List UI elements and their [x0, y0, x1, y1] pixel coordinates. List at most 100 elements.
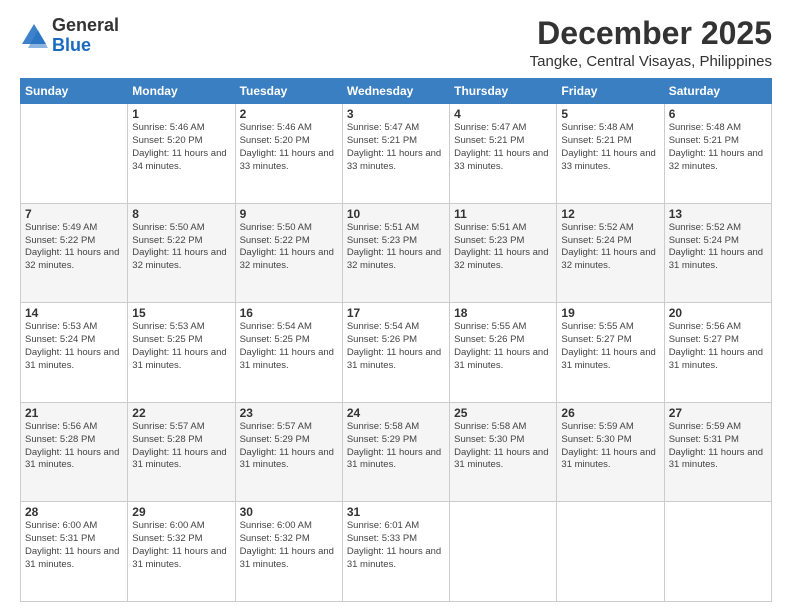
table-cell: 29Sunrise: 6:00 AMSunset: 5:32 PMDayligh…	[128, 502, 235, 602]
day-info: Sunrise: 6:00 AMSunset: 5:32 PMDaylight:…	[132, 520, 230, 571]
week-row-3: 21Sunrise: 5:56 AMSunset: 5:28 PMDayligh…	[21, 402, 772, 502]
day-info: Sunrise: 5:52 AMSunset: 5:24 PMDaylight:…	[669, 222, 767, 273]
day-number: 14	[25, 306, 123, 320]
day-info: Sunrise: 5:47 AMSunset: 5:21 PMDaylight:…	[347, 122, 445, 173]
day-info: Sunrise: 5:49 AMSunset: 5:22 PMDaylight:…	[25, 222, 123, 273]
table-cell: 14Sunrise: 5:53 AMSunset: 5:24 PMDayligh…	[21, 303, 128, 403]
table-cell: 27Sunrise: 5:59 AMSunset: 5:31 PMDayligh…	[664, 402, 771, 502]
col-friday: Friday	[557, 79, 664, 104]
table-cell: 2Sunrise: 5:46 AMSunset: 5:20 PMDaylight…	[235, 104, 342, 204]
title-block: December 2025 Tangke, Central Visayas, P…	[530, 16, 772, 70]
day-info: Sunrise: 5:58 AMSunset: 5:29 PMDaylight:…	[347, 421, 445, 472]
table-cell: 9Sunrise: 5:50 AMSunset: 5:22 PMDaylight…	[235, 203, 342, 303]
table-cell: 22Sunrise: 5:57 AMSunset: 5:28 PMDayligh…	[128, 402, 235, 502]
col-tuesday: Tuesday	[235, 79, 342, 104]
table-cell: 18Sunrise: 5:55 AMSunset: 5:26 PMDayligh…	[450, 303, 557, 403]
logo-icon	[20, 22, 48, 50]
week-row-2: 14Sunrise: 5:53 AMSunset: 5:24 PMDayligh…	[21, 303, 772, 403]
header: General Blue December 2025 Tangke, Centr…	[20, 16, 772, 70]
day-info: Sunrise: 5:50 AMSunset: 5:22 PMDaylight:…	[132, 222, 230, 273]
day-info: Sunrise: 5:59 AMSunset: 5:30 PMDaylight:…	[561, 421, 659, 472]
day-number: 23	[240, 406, 338, 420]
table-cell: 25Sunrise: 5:58 AMSunset: 5:30 PMDayligh…	[450, 402, 557, 502]
table-cell: 21Sunrise: 5:56 AMSunset: 5:28 PMDayligh…	[21, 402, 128, 502]
day-info: Sunrise: 5:50 AMSunset: 5:22 PMDaylight:…	[240, 222, 338, 273]
day-info: Sunrise: 5:46 AMSunset: 5:20 PMDaylight:…	[132, 122, 230, 173]
day-number: 13	[669, 207, 767, 221]
day-number: 10	[347, 207, 445, 221]
col-wednesday: Wednesday	[342, 79, 449, 104]
table-cell: 19Sunrise: 5:55 AMSunset: 5:27 PMDayligh…	[557, 303, 664, 403]
day-number: 29	[132, 505, 230, 519]
week-row-1: 7Sunrise: 5:49 AMSunset: 5:22 PMDaylight…	[21, 203, 772, 303]
calendar-header-row: Sunday Monday Tuesday Wednesday Thursday…	[21, 79, 772, 104]
day-number: 20	[669, 306, 767, 320]
day-info: Sunrise: 5:54 AMSunset: 5:25 PMDaylight:…	[240, 321, 338, 372]
day-info: Sunrise: 5:58 AMSunset: 5:30 PMDaylight:…	[454, 421, 552, 472]
main-title: December 2025	[530, 16, 772, 51]
table-cell: 24Sunrise: 5:58 AMSunset: 5:29 PMDayligh…	[342, 402, 449, 502]
table-cell: 12Sunrise: 5:52 AMSunset: 5:24 PMDayligh…	[557, 203, 664, 303]
table-cell: 31Sunrise: 6:01 AMSunset: 5:33 PMDayligh…	[342, 502, 449, 602]
day-info: Sunrise: 5:51 AMSunset: 5:23 PMDaylight:…	[454, 222, 552, 273]
day-number: 4	[454, 107, 552, 121]
day-info: Sunrise: 5:53 AMSunset: 5:24 PMDaylight:…	[25, 321, 123, 372]
day-number: 1	[132, 107, 230, 121]
table-cell: 28Sunrise: 6:00 AMSunset: 5:31 PMDayligh…	[21, 502, 128, 602]
week-row-4: 28Sunrise: 6:00 AMSunset: 5:31 PMDayligh…	[21, 502, 772, 602]
day-info: Sunrise: 5:53 AMSunset: 5:25 PMDaylight:…	[132, 321, 230, 372]
table-cell: 7Sunrise: 5:49 AMSunset: 5:22 PMDaylight…	[21, 203, 128, 303]
day-info: Sunrise: 5:57 AMSunset: 5:29 PMDaylight:…	[240, 421, 338, 472]
day-number: 28	[25, 505, 123, 519]
day-info: Sunrise: 5:47 AMSunset: 5:21 PMDaylight:…	[454, 122, 552, 173]
day-number: 27	[669, 406, 767, 420]
subtitle: Tangke, Central Visayas, Philippines	[530, 53, 772, 70]
day-info: Sunrise: 5:46 AMSunset: 5:20 PMDaylight:…	[240, 122, 338, 173]
day-info: Sunrise: 6:00 AMSunset: 5:31 PMDaylight:…	[25, 520, 123, 571]
day-number: 12	[561, 207, 659, 221]
table-cell: 4Sunrise: 5:47 AMSunset: 5:21 PMDaylight…	[450, 104, 557, 204]
day-number: 6	[669, 107, 767, 121]
col-thursday: Thursday	[450, 79, 557, 104]
day-info: Sunrise: 5:56 AMSunset: 5:28 PMDaylight:…	[25, 421, 123, 472]
day-info: Sunrise: 5:54 AMSunset: 5:26 PMDaylight:…	[347, 321, 445, 372]
day-info: Sunrise: 5:56 AMSunset: 5:27 PMDaylight:…	[669, 321, 767, 372]
day-number: 9	[240, 207, 338, 221]
table-cell: 16Sunrise: 5:54 AMSunset: 5:25 PMDayligh…	[235, 303, 342, 403]
week-row-0: 1Sunrise: 5:46 AMSunset: 5:20 PMDaylight…	[21, 104, 772, 204]
logo-blue-text: Blue	[52, 35, 91, 55]
day-number: 17	[347, 306, 445, 320]
day-info: Sunrise: 5:55 AMSunset: 5:26 PMDaylight:…	[454, 321, 552, 372]
table-cell	[664, 502, 771, 602]
calendar-table: Sunday Monday Tuesday Wednesday Thursday…	[20, 78, 772, 602]
table-cell: 11Sunrise: 5:51 AMSunset: 5:23 PMDayligh…	[450, 203, 557, 303]
page: General Blue December 2025 Tangke, Centr…	[0, 0, 792, 612]
day-number: 26	[561, 406, 659, 420]
day-number: 25	[454, 406, 552, 420]
table-cell: 26Sunrise: 5:59 AMSunset: 5:30 PMDayligh…	[557, 402, 664, 502]
day-info: Sunrise: 5:55 AMSunset: 5:27 PMDaylight:…	[561, 321, 659, 372]
col-sunday: Sunday	[21, 79, 128, 104]
table-cell: 30Sunrise: 6:00 AMSunset: 5:32 PMDayligh…	[235, 502, 342, 602]
day-info: Sunrise: 5:57 AMSunset: 5:28 PMDaylight:…	[132, 421, 230, 472]
day-number: 16	[240, 306, 338, 320]
day-number: 22	[132, 406, 230, 420]
day-number: 30	[240, 505, 338, 519]
day-info: Sunrise: 6:00 AMSunset: 5:32 PMDaylight:…	[240, 520, 338, 571]
day-number: 24	[347, 406, 445, 420]
day-number: 5	[561, 107, 659, 121]
table-cell	[21, 104, 128, 204]
table-cell: 8Sunrise: 5:50 AMSunset: 5:22 PMDaylight…	[128, 203, 235, 303]
logo: General Blue	[20, 16, 119, 56]
table-cell: 17Sunrise: 5:54 AMSunset: 5:26 PMDayligh…	[342, 303, 449, 403]
table-cell: 20Sunrise: 5:56 AMSunset: 5:27 PMDayligh…	[664, 303, 771, 403]
day-info: Sunrise: 5:52 AMSunset: 5:24 PMDaylight:…	[561, 222, 659, 273]
day-number: 15	[132, 306, 230, 320]
table-cell	[450, 502, 557, 602]
day-number: 31	[347, 505, 445, 519]
table-cell: 1Sunrise: 5:46 AMSunset: 5:20 PMDaylight…	[128, 104, 235, 204]
col-saturday: Saturday	[664, 79, 771, 104]
day-info: Sunrise: 5:51 AMSunset: 5:23 PMDaylight:…	[347, 222, 445, 273]
table-cell: 3Sunrise: 5:47 AMSunset: 5:21 PMDaylight…	[342, 104, 449, 204]
day-number: 21	[25, 406, 123, 420]
